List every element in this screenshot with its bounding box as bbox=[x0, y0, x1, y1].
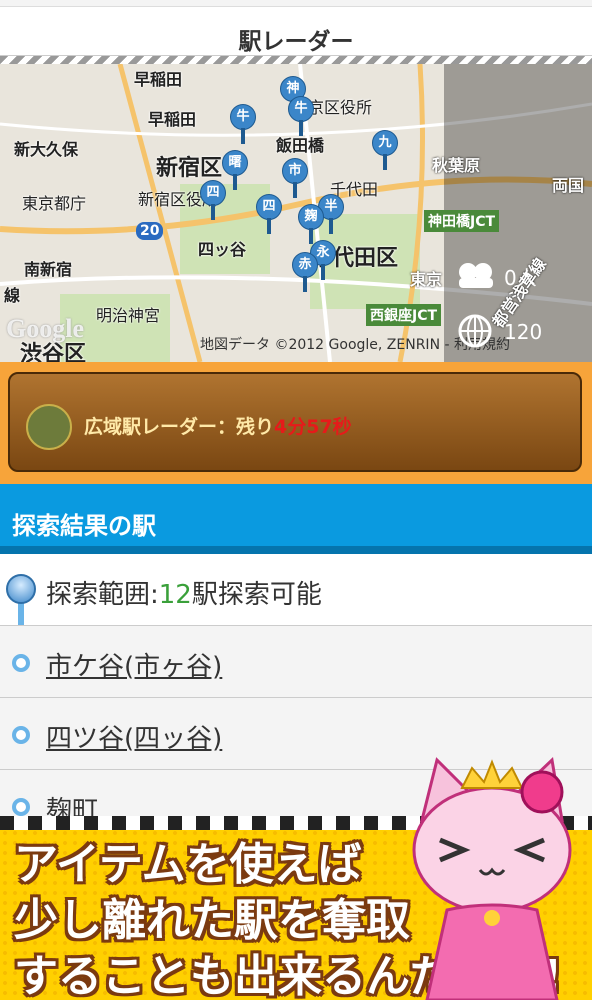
map-label-nishiginza-jct: 西銀座JCT bbox=[366, 304, 442, 326]
map-label-meiji: 明治神宮 bbox=[96, 306, 161, 325]
map-pin[interactable]: 市 bbox=[282, 158, 308, 198]
pin-stem bbox=[241, 128, 245, 144]
map-label-akihabara: 秋葉原 bbox=[432, 156, 481, 175]
map-label-kandabashi-jct: 神田橋JCT bbox=[424, 210, 500, 232]
cat-mascot-image bbox=[412, 756, 572, 1000]
pin-label: 九 bbox=[372, 130, 398, 156]
pin-label: 麹 bbox=[298, 204, 324, 230]
tiara bbox=[460, 759, 524, 789]
route-dot bbox=[12, 654, 30, 672]
map-pin[interactable]: 牛 bbox=[230, 104, 256, 144]
promo-line-1: アイテムを使えば bbox=[14, 839, 362, 890]
radar-time: 4分57秒 bbox=[274, 416, 352, 438]
radar-label-text: 広域駅レーダー：残り bbox=[84, 416, 275, 438]
route-dot bbox=[12, 726, 30, 744]
pin-label: 四 bbox=[256, 194, 282, 220]
app-header: 駅レーダー bbox=[0, 0, 592, 66]
map-label-shinjuku-ku: 新宿区 bbox=[156, 156, 223, 181]
pin-stem bbox=[321, 264, 325, 280]
pin-label: 牛 bbox=[230, 104, 256, 130]
map-pin[interactable]: 九 bbox=[372, 130, 398, 170]
radar-panel: 広域駅レーダー：残り4分57秒 bbox=[0, 362, 592, 484]
list-item-range: 探索範囲:12駅探索可能 bbox=[0, 554, 592, 626]
radar-label: 広域駅レーダー：残り4分57秒 bbox=[84, 412, 352, 439]
promo-banner: アイテムを使えば 少し離れた駅を奪取 することも出来るんだニャ! bbox=[0, 756, 592, 1002]
range-count: 12 bbox=[158, 580, 192, 610]
pin-label: 曙 bbox=[222, 150, 248, 176]
pin-stem bbox=[211, 204, 215, 220]
map-pin[interactable]: 四 bbox=[200, 180, 226, 220]
range-suffix: 駅探索可能 bbox=[191, 580, 322, 610]
map-label-minamishinjuku: 南新宿 bbox=[24, 260, 73, 279]
pin-label: 市 bbox=[282, 158, 308, 184]
pin-stem bbox=[329, 218, 333, 234]
range-prefix: 探索範囲: bbox=[46, 580, 159, 610]
pin-stem bbox=[293, 182, 297, 198]
station-map[interactable]: 早稲田 早稲田 文京区役所 飯田橋 新大久保 新宿区 秋葉原 東京都庁 新宿区役… bbox=[0, 64, 592, 362]
globe-icon bbox=[458, 314, 492, 348]
map-pin[interactable]: 麹 bbox=[298, 204, 324, 244]
search-range: 探索範囲:12駅探索可能 bbox=[46, 574, 322, 611]
necklace bbox=[484, 910, 500, 926]
pin-stem bbox=[267, 218, 271, 234]
list-item-station[interactable]: 市ケ谷(市ヶ谷) bbox=[0, 626, 592, 698]
players-count: 0人 bbox=[504, 266, 537, 290]
map-label-shinookubo: 新大久保 bbox=[14, 140, 79, 159]
map-label-tokyo: 東京 bbox=[410, 270, 443, 289]
wide-radar-button[interactable]: 広域駅レーダー：残り4分57秒 bbox=[8, 372, 582, 472]
map-pin[interactable]: 四 bbox=[256, 194, 282, 234]
station-link[interactable]: 四ツ谷(四ッ谷) bbox=[46, 718, 222, 755]
map-label-yotsuya: 四ッ谷 bbox=[198, 240, 247, 259]
pin-label: 赤 bbox=[292, 252, 318, 278]
map-label-ryogoku: 両国 bbox=[552, 176, 585, 195]
station-link[interactable]: 市ケ谷(市ヶ谷) bbox=[46, 646, 222, 683]
header-stripe-divider bbox=[0, 56, 592, 64]
pin-label: 牛 bbox=[288, 96, 314, 122]
map-label-waseda2: 早稲田 bbox=[148, 110, 197, 129]
pin-stem bbox=[303, 276, 307, 292]
pin-stem bbox=[299, 120, 303, 136]
google-logo: Google bbox=[6, 314, 84, 343]
pin-label: 四 bbox=[200, 180, 226, 206]
pin-stem bbox=[383, 154, 387, 170]
map-label-waseda1: 早稲田 bbox=[134, 70, 183, 89]
map-pin[interactable]: 赤 bbox=[292, 252, 318, 292]
title-bar: 駅レーダー bbox=[0, 6, 592, 56]
station-count: 120 bbox=[504, 320, 543, 344]
section-title: 探索結果の駅 bbox=[12, 512, 156, 540]
page-title: 駅レーダー bbox=[238, 29, 354, 55]
map-pin[interactable]: 牛 bbox=[288, 96, 314, 136]
map-label-tocho: 東京都庁 bbox=[22, 194, 87, 213]
map-label-route20: 20 bbox=[136, 222, 164, 240]
map-label-sen: 線 bbox=[4, 286, 21, 305]
cat-icon bbox=[26, 404, 72, 450]
players-icon bbox=[459, 263, 493, 288]
pin-stem bbox=[233, 174, 237, 190]
section-shadow bbox=[0, 546, 592, 554]
results-section-header: 探索結果の駅 bbox=[0, 484, 592, 554]
promo-line-2: 少し離れた駅を奪取 bbox=[14, 895, 410, 946]
bow bbox=[520, 770, 564, 814]
